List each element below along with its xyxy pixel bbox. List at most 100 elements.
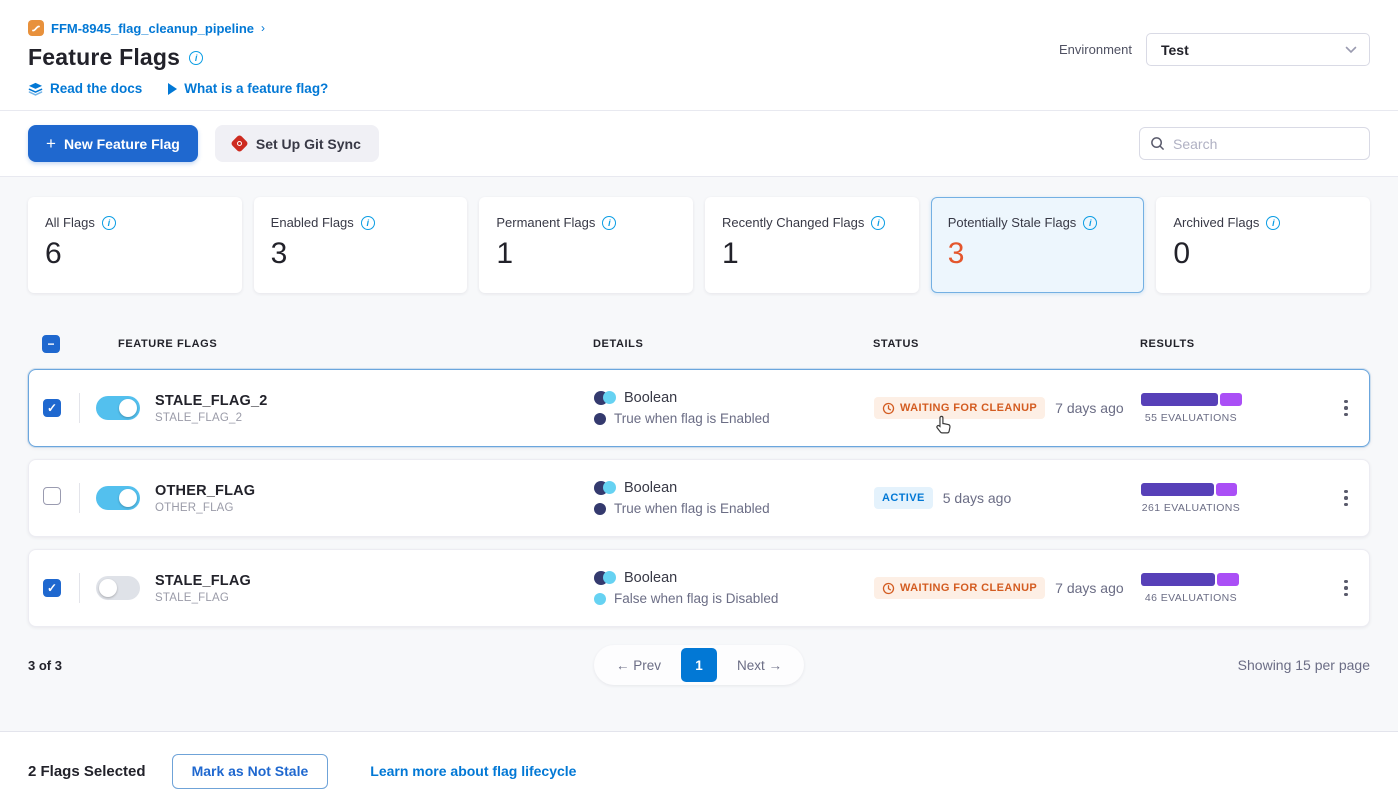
what-is-feature-flag-label[interactable]: What is a feature flag?: [184, 81, 328, 96]
environment-value: Test: [1161, 42, 1189, 58]
row-count: 3 of 3: [28, 658, 62, 673]
flag-toggle[interactable]: [96, 396, 140, 420]
flag-variation: True when flag is Enabled: [614, 501, 770, 516]
stat-card-label: Recently Changed Flags: [722, 215, 864, 230]
stat-card-value: 3: [271, 237, 451, 271]
stat-card-value: 0: [1173, 237, 1353, 271]
boolean-type-icon: [594, 391, 616, 405]
search-box[interactable]: [1139, 127, 1370, 160]
flag-type: Boolean: [624, 570, 677, 586]
plus-icon: +: [46, 135, 56, 152]
docs-icon: [28, 82, 43, 96]
flag-name[interactable]: OTHER_FLAG: [155, 483, 255, 499]
toolbar: + New Feature Flag Set Up Git Sync: [0, 111, 1398, 177]
flag-toggle[interactable]: [96, 486, 140, 510]
stat-card-value: 6: [45, 237, 225, 271]
row-menu-button[interactable]: [1338, 484, 1354, 513]
read-docs-link[interactable]: Read the docs: [28, 81, 142, 96]
row-menu-button[interactable]: [1338, 574, 1354, 603]
flag-type: Boolean: [624, 480, 677, 496]
evaluations-bar: [1141, 393, 1242, 406]
evaluations-label: 46 EVALUATIONS: [1141, 592, 1241, 604]
table-row-stale-flag-2[interactable]: ✓ STALE_FLAG_2 STALE_FLAG_2 Boolean True…: [28, 369, 1370, 447]
evaluations-label: 261 EVALUATIONS: [1141, 502, 1241, 514]
flag-variation: True when flag is Enabled: [614, 411, 770, 426]
status-badge[interactable]: WAITING FOR CLEANUP: [874, 577, 1045, 599]
info-icon[interactable]: i: [871, 216, 885, 230]
environment-label: Environment: [1059, 42, 1132, 57]
mark-as-not-stale-button[interactable]: Mark as Not Stale: [172, 754, 329, 789]
bar-segment-alt: [1216, 483, 1237, 496]
current-page-button[interactable]: 1: [681, 648, 717, 682]
status-age: 7 days ago: [1055, 400, 1124, 416]
status-badge-label: WAITING FOR CLEANUP: [900, 402, 1037, 414]
set-up-git-sync-button[interactable]: Set Up Git Sync: [215, 125, 379, 162]
title-info-icon[interactable]: i: [189, 51, 203, 65]
stat-card-recently-changed-flags[interactable]: Recently Changed Flags i 1: [705, 197, 919, 293]
clock-icon: [882, 402, 895, 415]
stat-card-label: All Flags: [45, 215, 95, 230]
flag-type: Boolean: [624, 390, 677, 406]
table-row-other-flag[interactable]: OTHER_FLAG OTHER_FLAG Boolean True when …: [28, 459, 1370, 537]
next-page-button[interactable]: Next →: [719, 650, 800, 681]
info-icon[interactable]: i: [602, 216, 616, 230]
selected-count-label: 2 Flags Selected: [28, 763, 146, 780]
column-header-feature-flags: FEATURE FLAGS: [78, 338, 593, 350]
status-badge[interactable]: WAITING FOR CLEANUP: [874, 397, 1045, 419]
divider: [79, 573, 80, 603]
git-sync-icon: [230, 134, 248, 152]
pipeline-icon: [28, 20, 44, 36]
select-all-checkbox[interactable]: −: [42, 335, 60, 353]
bar-segment-main: [1141, 573, 1215, 586]
stat-card-permanent-flags[interactable]: Permanent Flagsi 1: [479, 197, 693, 293]
info-icon[interactable]: i: [102, 216, 116, 230]
evaluations-bar: [1141, 483, 1237, 496]
row-checkbox[interactable]: ✓: [43, 579, 61, 597]
table-row-stale-flag[interactable]: ✓ STALE_FLAG STALE_FLAG Boolean False wh…: [28, 549, 1370, 627]
new-feature-flag-button[interactable]: + New Feature Flag: [28, 125, 198, 162]
flag-name[interactable]: STALE_FLAG: [155, 573, 251, 589]
bar-segment-main: [1141, 483, 1214, 496]
bar-segment-alt: [1217, 573, 1239, 586]
stat-card-potentially-stale-flags[interactable]: Potentially Stale Flags i 3: [931, 197, 1145, 293]
stat-card-all-flags[interactable]: All Flags i 6: [28, 197, 242, 293]
flag-name[interactable]: STALE_FLAG_2: [155, 393, 268, 409]
variation-dot-icon: [594, 413, 606, 425]
what-is-feature-flag-link[interactable]: What is a feature flag?: [168, 81, 328, 96]
read-docs-label[interactable]: Read the docs: [50, 81, 142, 96]
status-badge-label: ACTIVE: [882, 492, 925, 504]
info-icon[interactable]: i: [1266, 216, 1280, 230]
stat-card-label: Archived Flags: [1173, 215, 1259, 230]
bar-segment-alt: [1220, 393, 1242, 406]
stat-cards: All Flags i 6 Enabled Flags i 3 Permanent …: [28, 197, 1370, 293]
stat-card-value: 1: [722, 237, 902, 271]
breadcrumb-label[interactable]: FFM-8945_flag_cleanup_pipeline: [51, 21, 254, 36]
status-badge[interactable]: ACTIVE: [874, 487, 933, 509]
stat-card-label: Potentially Stale Flags: [948, 215, 1077, 230]
variation-dot-icon: [594, 593, 606, 605]
environment-select[interactable]: Test: [1146, 33, 1370, 66]
column-header-status: STATUS: [873, 338, 1140, 350]
stat-card-value: 3: [948, 237, 1128, 271]
prev-page-button[interactable]: ← Prev: [598, 650, 679, 681]
pagination: 3 of 3 ← Prev 1 Next → Showing 15 per pa…: [28, 643, 1370, 687]
table-header: − FEATURE FLAGS DETAILS STATUS RESULTS: [28, 319, 1370, 369]
feature-flags-page: FFM-8945_flag_cleanup_pipeline › Feature…: [0, 0, 1398, 810]
stat-card-archived-flags[interactable]: Archived Flags i 0: [1156, 197, 1370, 293]
evaluations-bar: [1141, 573, 1239, 586]
divider: [79, 483, 80, 513]
stat-card-label: Enabled Flags: [271, 215, 354, 230]
row-menu-button[interactable]: [1338, 394, 1354, 423]
row-checkbox[interactable]: [43, 487, 61, 505]
stat-card-enabled-flags[interactable]: Enabled Flags i 3: [254, 197, 468, 293]
boolean-type-icon: [594, 571, 616, 585]
info-icon[interactable]: i: [361, 216, 375, 230]
flag-toggle[interactable]: [96, 576, 140, 600]
chevron-down-icon: [1345, 46, 1357, 54]
flag-lifecycle-link[interactable]: Learn more about flag lifecycle: [370, 763, 576, 779]
new-feature-flag-label: New Feature Flag: [64, 136, 180, 152]
variation-dot-icon: [594, 503, 606, 515]
row-checkbox[interactable]: ✓: [43, 399, 61, 417]
info-icon[interactable]: i: [1083, 216, 1097, 230]
search-input[interactable]: [1173, 136, 1359, 152]
